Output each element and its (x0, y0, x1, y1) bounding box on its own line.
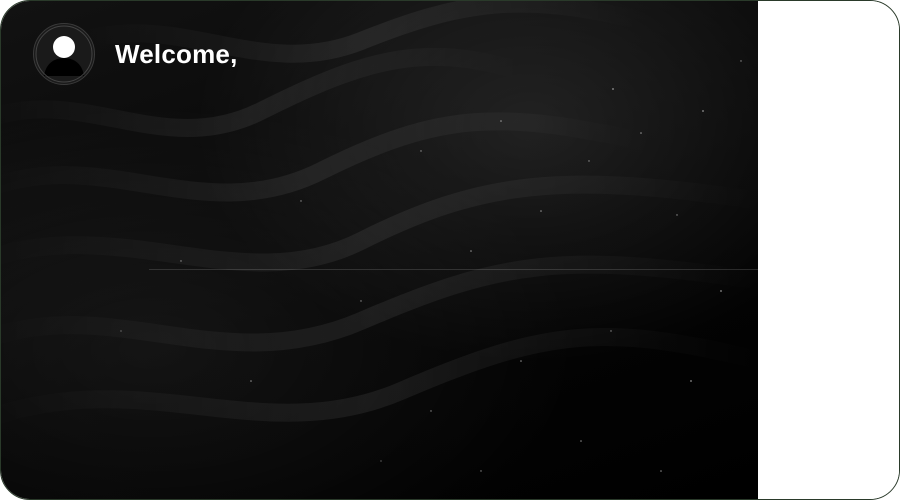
welcome-header: Welcome, (33, 23, 238, 85)
avatar-silhouette (35, 25, 93, 83)
user-avatar-icon[interactable] (33, 23, 95, 85)
welcome-text: Welcome, (115, 38, 238, 69)
horizontal-divider (149, 269, 758, 270)
side-panel (758, 1, 899, 499)
app-window: Welcome, (0, 0, 900, 500)
